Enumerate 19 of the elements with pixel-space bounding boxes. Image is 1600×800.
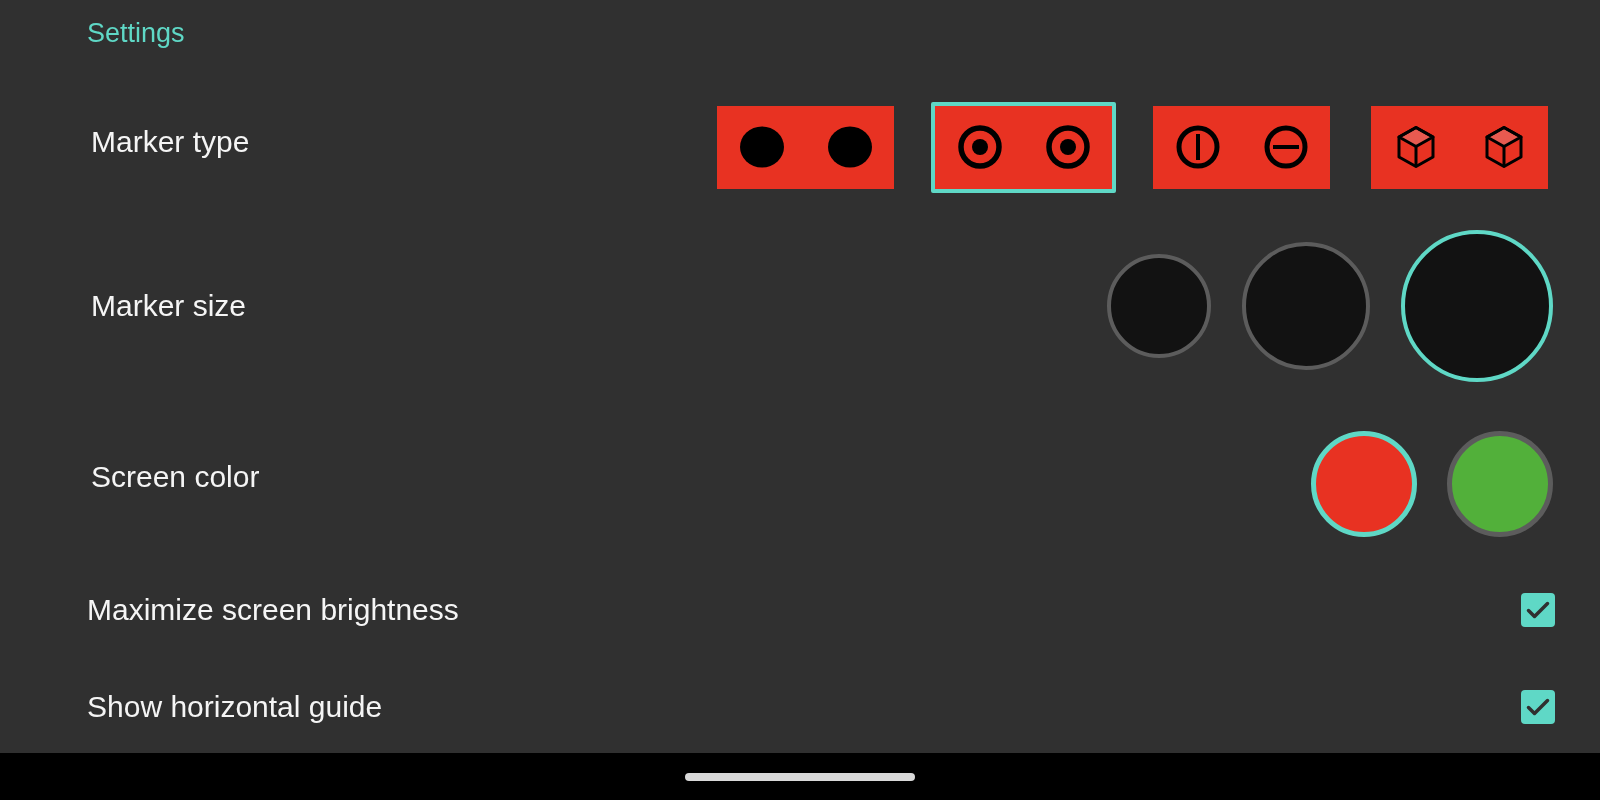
marker-type-option[interactable]: [1371, 105, 1548, 189]
marker-type-option[interactable]: [1153, 105, 1330, 189]
check-icon: [1526, 697, 1550, 716]
home-indicator[interactable]: [685, 772, 915, 781]
dot-icon: [827, 125, 872, 169]
dot-icon: [739, 125, 784, 169]
marker-type-label: Marker type: [91, 125, 250, 159]
ring-icon: [957, 125, 1002, 169]
check-icon: [1526, 601, 1550, 619]
toggle-label: Show horizontal guide: [87, 689, 383, 724]
settings-title: Settings: [87, 17, 185, 49]
screen-color-label: Screen color: [91, 460, 260, 494]
checkbox[interactable]: [1521, 689, 1555, 724]
marker-size-label: Marker size: [91, 289, 247, 323]
marker-type-option[interactable]: [717, 105, 894, 189]
marker-type-option[interactable]: [931, 101, 1116, 193]
toggle-label: Maximize screen brightness: [87, 593, 459, 627]
ring-icon: [1045, 125, 1090, 169]
checkbox[interactable]: [1521, 593, 1555, 627]
